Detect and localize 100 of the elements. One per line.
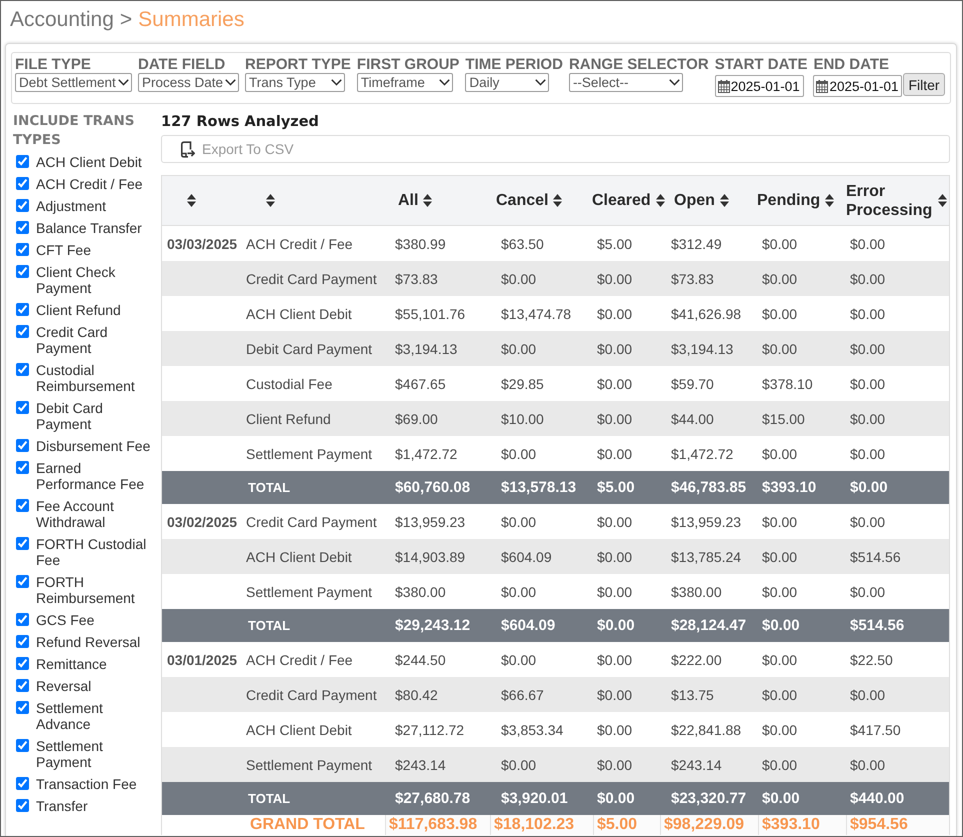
dropdown[interactable]: Timeframe (356, 73, 453, 92)
date-cell-text: 03/02/2025 (166, 514, 238, 530)
trans-type-cell-text: ACH Client Debit (245, 548, 353, 564)
checkbox-label: Disbursement Fee (36, 438, 150, 454)
checkbox[interactable] (16, 264, 29, 278)
checkbox[interactable] (16, 612, 29, 626)
amount-cell-text: $0.00 (761, 270, 798, 286)
filter-label: DATE FIELD (138, 56, 226, 73)
amount-cell-text: $243.14 (670, 756, 723, 772)
amount-cell-text: $13.75 (670, 686, 715, 702)
calendar-icon (816, 80, 828, 92)
chevron-down-icon (225, 79, 236, 86)
amount-cell-text: $0.00 (500, 340, 538, 356)
checkbox[interactable] (16, 176, 29, 190)
total-amount: $440.00 (849, 790, 906, 807)
checkbox[interactable] (16, 242, 29, 256)
checkbox[interactable] (16, 438, 29, 452)
total-amount: $0.00 (761, 790, 801, 807)
dropdown[interactable]: Process Date (138, 73, 240, 92)
checkbox[interactable] (16, 460, 29, 474)
checkbox[interactable] (16, 302, 29, 316)
checkbox[interactable] (16, 700, 29, 714)
date-field[interactable]: 2025-01-01 (714, 75, 804, 97)
amount-cell-text: $3,853.34 (500, 722, 564, 738)
grand-total-cell: $5.00 (593, 815, 660, 835)
checkbox[interactable] (16, 154, 29, 168)
filter-label: FILE TYPE (15, 56, 91, 73)
checkbox[interactable] (16, 574, 29, 588)
checkbox[interactable] (16, 634, 29, 648)
total-amount: $27,680.78 (394, 790, 472, 807)
amount-cell-text: $467.65 (394, 376, 447, 392)
checkbox[interactable] (16, 400, 29, 414)
column-header[interactable]: Error Processing (840, 176, 949, 225)
amount-cell-text: $27,112.72 (394, 722, 466, 738)
amount-cell-text: $3,194.13 (394, 340, 458, 356)
amount-cell-text: $14,903.89 (394, 548, 466, 564)
checkbox[interactable] (16, 678, 29, 692)
column-header[interactable]: Pending (751, 176, 840, 225)
trans-type-cell-text: ACH Credit / Fee (245, 236, 354, 252)
total-amount: $0.00 (596, 617, 636, 634)
amount-cell-text: $0.00 (500, 446, 538, 462)
total-amount: $5.00 (596, 479, 636, 496)
amount-cell-text: $0.00 (596, 652, 634, 668)
checkbox[interactable] (16, 498, 29, 512)
dropdown[interactable]: Debt Settlement (15, 73, 132, 92)
checkbox[interactable] (16, 798, 29, 812)
checkbox-label: Debit Card Payment (36, 400, 104, 432)
amount-cell-text: $22,841.88 (670, 722, 742, 738)
date-cell-text: 03/01/2025 (166, 652, 238, 668)
chevron-down-icon (535, 79, 546, 86)
amount-cell-text: $243.14 (394, 756, 447, 772)
sort-icon[interactable] (266, 194, 275, 207)
checkbox-label: Transfer (36, 798, 88, 814)
amount-cell-text: $0.00 (596, 756, 634, 772)
amount-cell-text: $380.00 (670, 584, 723, 600)
total-amount: $29,243.12 (394, 617, 472, 634)
checkbox[interactable] (16, 198, 29, 212)
filter-label: FIRST GROUP (356, 56, 460, 73)
trans-type-cell-text: Credit Card Payment (245, 270, 378, 286)
filter-button[interactable]: Filter (903, 73, 945, 96)
total-amount: $0.00 (849, 479, 889, 496)
checkbox[interactable] (16, 536, 29, 550)
checkbox-label: Client Check Payment (36, 264, 116, 296)
checkbox-label: Client Refund (36, 302, 121, 318)
total-amount: $0.00 (596, 790, 636, 807)
filter-label: RANGE SELECTOR (568, 56, 709, 73)
amount-cell-text: $0.00 (761, 584, 798, 600)
checkbox[interactable] (16, 656, 29, 670)
amount-cell-text: $0.00 (761, 514, 798, 530)
checkbox-label: Reversal (36, 678, 92, 694)
amount-cell-text: $0.00 (761, 652, 798, 668)
column-header[interactable]: All (392, 176, 490, 225)
breadcrumb-item: Summaries (138, 8, 244, 32)
dropdown[interactable]: Daily (465, 73, 550, 92)
checkbox[interactable] (16, 324, 29, 338)
amount-cell-text: $13,474.78 (500, 306, 572, 322)
amount-cell-text: $59.70 (670, 376, 715, 392)
date-cell-text: 03/03/2025 (166, 236, 238, 252)
total-amount: $23,320.77 (670, 790, 748, 807)
date-field[interactable]: 2025-01-01 (813, 75, 902, 97)
checkbox[interactable] (16, 220, 29, 234)
breadcrumb-separator: > (120, 8, 132, 32)
amount-cell-text: $0.00 (761, 756, 798, 772)
total-amount: $13,578.13 (500, 479, 578, 496)
column-header[interactable]: Cancel (490, 176, 586, 225)
amount-cell-text: $0.00 (761, 306, 798, 322)
chevron-down-icon (668, 79, 680, 86)
checkbox[interactable] (16, 738, 29, 752)
trans-type-cell-text: Settlement Payment (245, 584, 374, 600)
column-header[interactable]: Open (668, 176, 751, 225)
checkbox[interactable] (16, 362, 29, 376)
amount-cell-text: $0.00 (849, 514, 886, 530)
sort-icon[interactable] (187, 194, 196, 207)
amount-cell-text: $0.00 (849, 756, 886, 772)
column-header[interactable]: Cleared (586, 176, 668, 225)
checkbox[interactable] (16, 776, 29, 790)
amount-cell-text: $15.00 (761, 410, 806, 426)
amount-cell-text: $222.00 (670, 652, 723, 668)
dropdown[interactable]: Trans Type (245, 73, 346, 92)
dropdown[interactable]: --Select-- (568, 73, 683, 92)
